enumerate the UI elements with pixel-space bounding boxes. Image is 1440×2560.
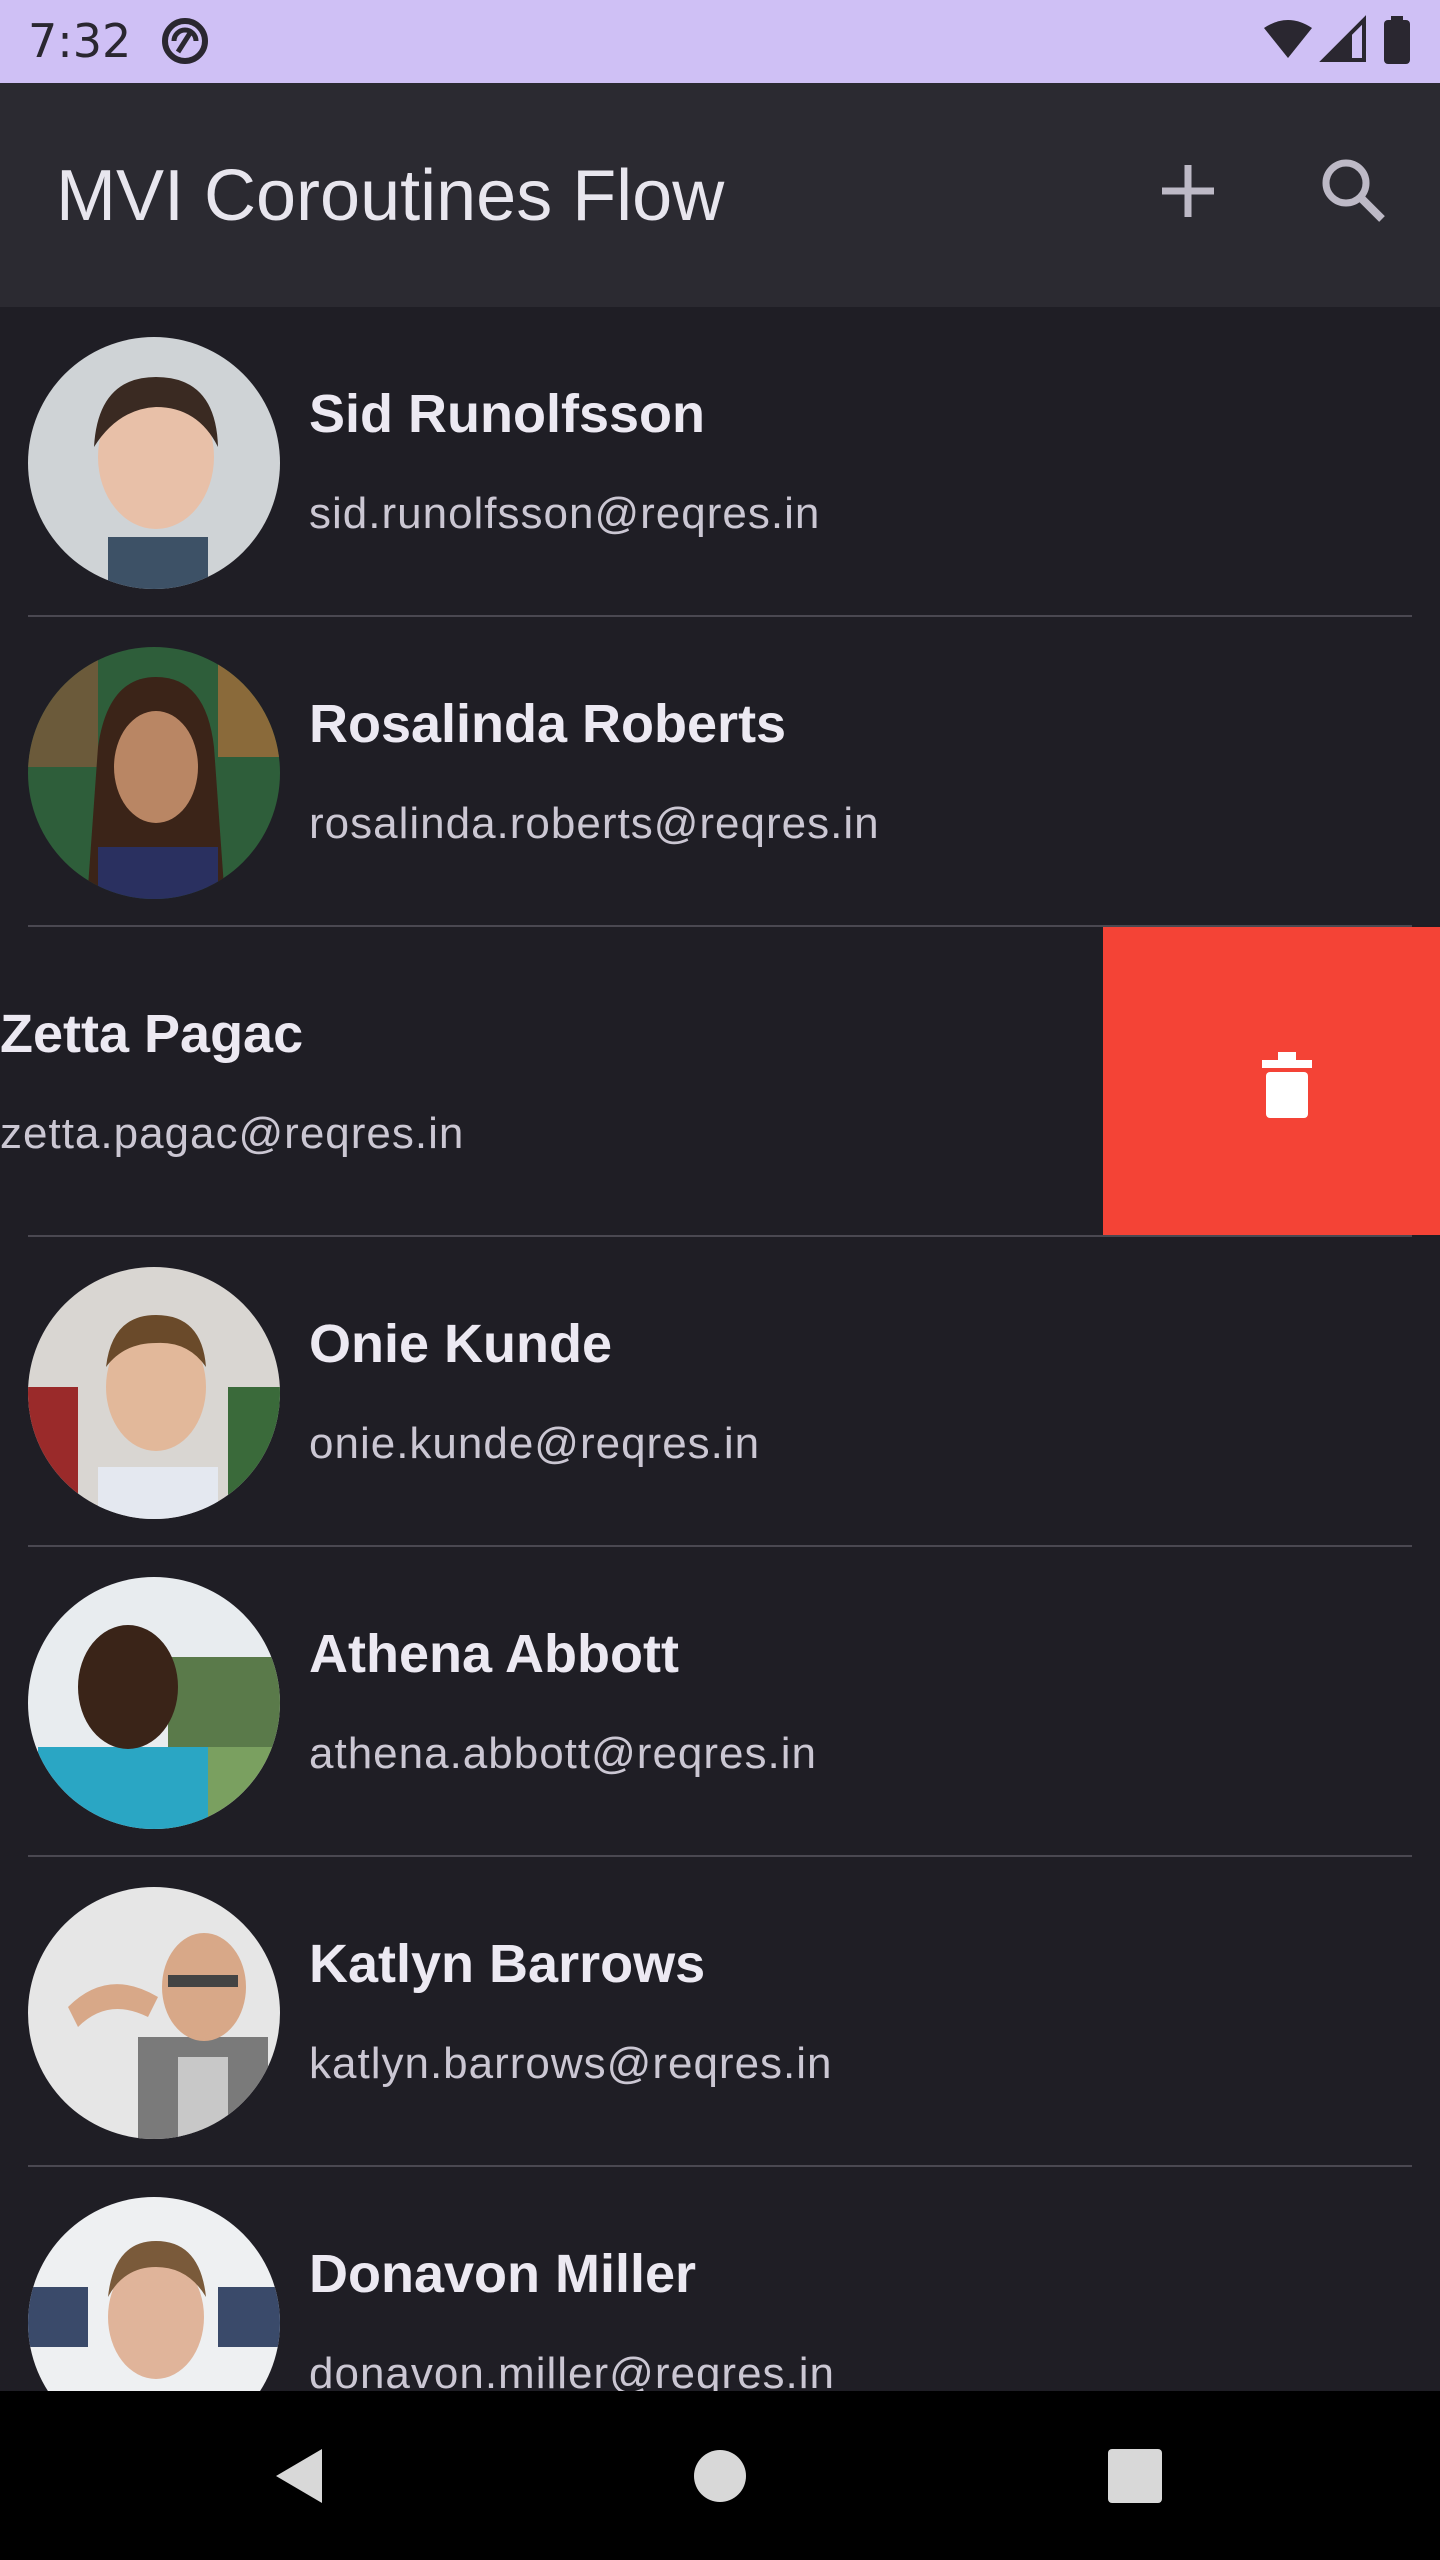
home-icon[interactable] — [675, 2431, 765, 2521]
user-email: rosalinda.roberts@reqres.in — [309, 799, 880, 848]
list-item-content[interactable]: Zetta Pagac zetta.pagac@reqres.in — [0, 927, 1131, 1237]
user-email: onie.kunde@reqres.in — [309, 1419, 761, 1468]
user-email: athena.abbott@reqres.in — [309, 1729, 817, 1778]
add-icon[interactable] — [1140, 143, 1236, 239]
list-item-content[interactable]: Athena Abbott athena.abbott@reqres.in — [0, 1547, 1440, 1857]
user-name: Rosalinda Roberts — [309, 694, 787, 754]
list-item[interactable]: Rosalinda Roberts rosalinda.roberts@reqr… — [0, 617, 1440, 927]
user-name: Onie Kunde — [309, 1314, 613, 1374]
user-email: katlyn.barrows@reqres.in — [309, 2039, 833, 2088]
user-name: Donavon Miller — [309, 2244, 697, 2304]
notification-icon — [162, 18, 208, 64]
status-time: 7:32 — [28, 14, 132, 68]
avatar — [28, 337, 280, 589]
avatar — [28, 647, 280, 899]
list-item[interactable]: Athena Abbott athena.abbott@reqres.in — [0, 1547, 1440, 1857]
app-bar: MVI Coroutines Flow — [0, 83, 1440, 307]
trash-icon[interactable] — [1262, 1052, 1312, 1118]
battery-icon — [1384, 20, 1410, 64]
recents-icon[interactable] — [1090, 2431, 1180, 2521]
user-email: sid.runolfsson@reqres.in — [309, 489, 821, 538]
list-item[interactable]: Katlyn Barrows katlyn.barrows@reqres.in — [0, 1857, 1440, 2167]
avatar — [28, 2197, 280, 2391]
user-email: donavon.miller@reqres.in — [309, 2349, 836, 2391]
list-item-swiped[interactable]: Zetta Pagac zetta.pagac@reqres.in — [0, 927, 1440, 1237]
user-name: Katlyn Barrows — [309, 1934, 706, 1994]
status-bar: 7:32 — [0, 0, 1440, 83]
user-name: Athena Abbott — [309, 1624, 679, 1684]
list-item-content[interactable]: Onie Kunde onie.kunde@reqres.in — [0, 1237, 1440, 1547]
avatar — [28, 1267, 280, 1519]
back-icon[interactable] — [256, 2431, 346, 2521]
list-item[interactable]: Donavon Miller donavon.miller@reqres.in — [0, 2167, 1440, 2391]
navigation-bar — [0, 2391, 1440, 2560]
user-name: Sid Runolfsson — [309, 384, 705, 444]
avatar — [28, 1887, 280, 2139]
list-item[interactable]: Sid Runolfsson sid.runolfsson@reqres.in — [0, 307, 1440, 617]
wifi-icon — [1264, 20, 1312, 58]
avatar — [28, 1577, 280, 1829]
user-email: zetta.pagac@reqres.in — [0, 1109, 465, 1158]
user-name: Zetta Pagac — [0, 1004, 304, 1064]
list-item-content[interactable]: Sid Runolfsson sid.runolfsson@reqres.in — [0, 307, 1440, 617]
list-item[interactable]: Onie Kunde onie.kunde@reqres.in — [0, 1237, 1440, 1547]
system-status-icons — [1264, 15, 1410, 64]
user-list[interactable]: Sid Runolfsson sid.runolfsson@reqres.in … — [0, 307, 1440, 2391]
list-item-content[interactable]: Katlyn Barrows katlyn.barrows@reqres.in — [0, 1857, 1440, 2167]
search-icon[interactable] — [1306, 143, 1402, 239]
page-title: MVI Coroutines Flow — [56, 156, 725, 236]
list-item-content[interactable]: Rosalinda Roberts rosalinda.roberts@reqr… — [0, 617, 1440, 927]
list-item-content[interactable]: Donavon Miller donavon.miller@reqres.in — [0, 2167, 1440, 2391]
